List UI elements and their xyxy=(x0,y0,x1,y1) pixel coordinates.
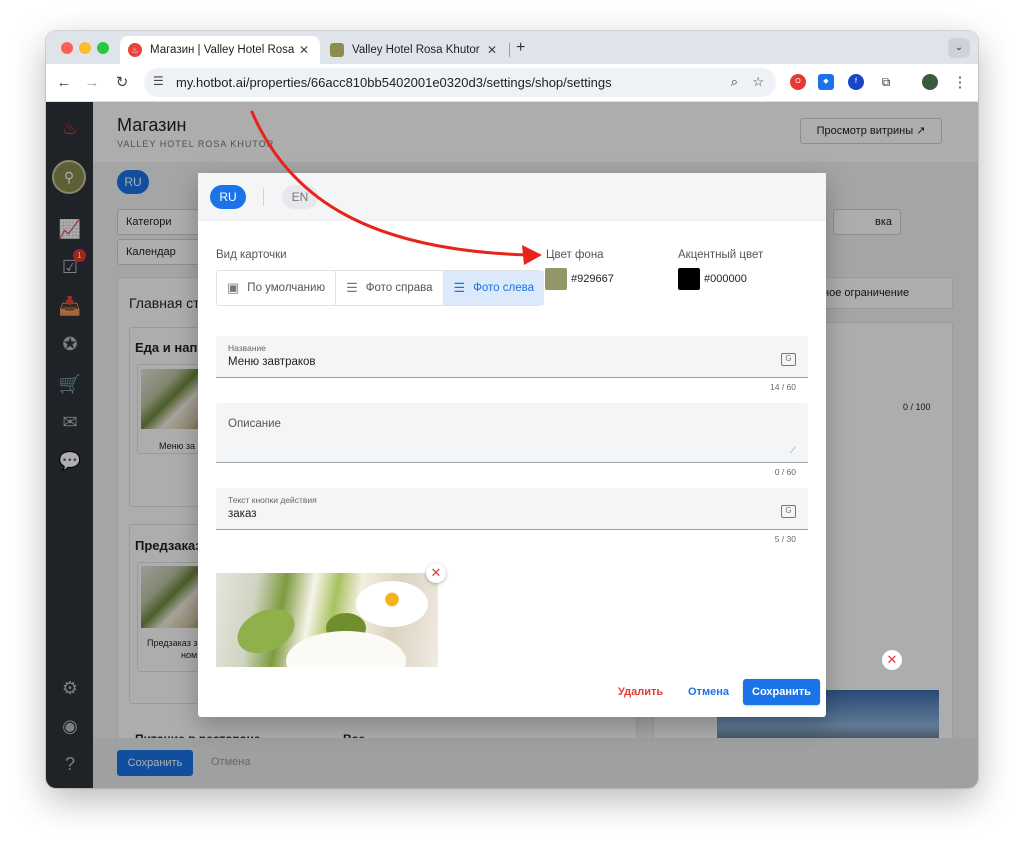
action-text-counter: 5 / 30 xyxy=(774,534,796,544)
translate-icon[interactable]: G xyxy=(781,353,796,366)
card-view-photo-left[interactable]: ☰ Фото слева xyxy=(443,271,545,305)
delete-button[interactable]: Удалить xyxy=(618,686,663,698)
minimize-window-button[interactable] xyxy=(79,42,91,54)
name-field-label: Название xyxy=(228,343,266,353)
resize-handle-icon[interactable]: ⟋ xyxy=(790,445,796,456)
lang-ru-pill[interactable]: RU xyxy=(210,185,246,209)
align-right-icon: ☰ xyxy=(346,280,358,295)
tab-valley[interactable]: Valley Hotel Rosa Khutor ✕ xyxy=(322,36,508,64)
card-view-default-label: По умолчанию xyxy=(247,282,326,294)
zoom-icon[interactable]: ⌕ xyxy=(731,74,738,90)
align-left-icon: ☰ xyxy=(453,280,466,295)
cancel-button[interactable]: Отмена xyxy=(688,686,729,698)
url-text: my.hotbot.ai/properties/66acc810bb540200… xyxy=(176,75,612,90)
edit-card-modal: RU EN Вид карточки ▣ По умолчанию ☰ Фото… xyxy=(198,173,826,717)
bg-color-value: #929667 xyxy=(571,273,614,285)
close-icon[interactable]: ✕ xyxy=(296,43,312,57)
accent-color-swatch[interactable] xyxy=(678,268,700,290)
action-text-field[interactable]: Текст кнопки действия заказ G xyxy=(216,488,808,530)
bg-image-remove-icon[interactable]: ✕ xyxy=(882,650,902,670)
card-view-selector: ▣ По умолчанию ☰ Фото справа ☰ Фото слев… xyxy=(216,270,545,306)
card-view-default[interactable]: ▣ По умолчанию xyxy=(217,271,337,305)
tab-title: Магазин | Valley Hotel Rosa Khutor xyxy=(150,44,296,56)
extension-tag-icon[interactable]: ◆ xyxy=(818,74,834,90)
close-icon[interactable]: ✕ xyxy=(484,43,500,57)
address-bar[interactable]: ☰ my.hotbot.ai/properties/66acc810bb5402… xyxy=(144,68,776,97)
extension-app-icon[interactable]: f xyxy=(848,74,864,90)
description-placeholder: Описание xyxy=(228,418,281,430)
site-settings-icon[interactable]: ☰ xyxy=(153,74,164,88)
tab-divider xyxy=(509,43,510,57)
tab-strip: ♨ Магазин | Valley Hotel Rosa Khutor ✕ V… xyxy=(46,31,978,64)
card-view-photo-right[interactable]: ☰ Фото справа xyxy=(336,271,444,305)
reload-icon[interactable]: ↻ xyxy=(112,73,132,93)
action-text-value: заказ xyxy=(228,508,257,520)
bg-color-swatch[interactable] xyxy=(545,268,567,290)
name-field-value: Меню завтраков xyxy=(228,356,316,368)
tab-search-chevron-icon[interactable]: ⌄ xyxy=(948,38,970,58)
action-text-label: Текст кнопки действия xyxy=(228,495,317,505)
bg-color-label: Цвет фона xyxy=(546,249,604,261)
card-view-photo-left-label: Фото слева xyxy=(473,282,535,294)
bookmark-star-icon[interactable]: ☆ xyxy=(752,74,764,90)
description-field[interactable]: Описание ⟋ xyxy=(216,403,808,463)
extension-opera-icon[interactable]: O xyxy=(790,74,806,90)
more-menu-icon[interactable]: ⋮ xyxy=(950,73,970,93)
tab-title: Valley Hotel Rosa Khutor xyxy=(352,44,480,56)
name-field[interactable]: Название Меню завтраков G xyxy=(216,336,808,378)
language-switcher: RU EN xyxy=(198,173,826,221)
hotbot-favicon-icon: ♨ xyxy=(128,43,142,57)
new-tab-plus-icon[interactable]: + xyxy=(516,39,525,57)
translate-icon[interactable]: G xyxy=(781,505,796,518)
save-button[interactable]: Сохранить xyxy=(743,679,820,705)
card-view-photo-right-label: Фото справа xyxy=(365,282,433,294)
lang-en-pill[interactable]: EN xyxy=(282,185,318,209)
card-view-label: Вид карточки xyxy=(216,249,287,261)
accent-color-value: #000000 xyxy=(704,273,747,285)
valley-favicon-icon xyxy=(330,43,344,57)
maximize-window-button[interactable] xyxy=(97,42,109,54)
name-counter: 14 / 60 xyxy=(770,382,796,392)
lang-divider xyxy=(263,188,264,206)
description-counter: 0 / 60 xyxy=(774,467,796,477)
accent-color-label: Акцентный цвет xyxy=(678,249,764,261)
extensions-puzzle-icon[interactable]: ⧉ xyxy=(878,74,894,90)
back-arrow-icon[interactable]: ← xyxy=(54,73,74,93)
card-photo xyxy=(216,573,438,667)
image-icon: ▣ xyxy=(227,280,240,295)
remove-photo-icon[interactable]: ✕ xyxy=(426,563,446,583)
profile-avatar[interactable] xyxy=(922,74,938,90)
close-window-button[interactable] xyxy=(61,42,73,54)
browser-toolbar: ← → ↻ ☰ my.hotbot.ai/properties/66acc810… xyxy=(46,64,978,102)
tab-shop[interactable]: ♨ Магазин | Valley Hotel Rosa Khutor ✕ xyxy=(120,36,320,64)
forward-arrow-icon[interactable]: → xyxy=(82,73,102,93)
